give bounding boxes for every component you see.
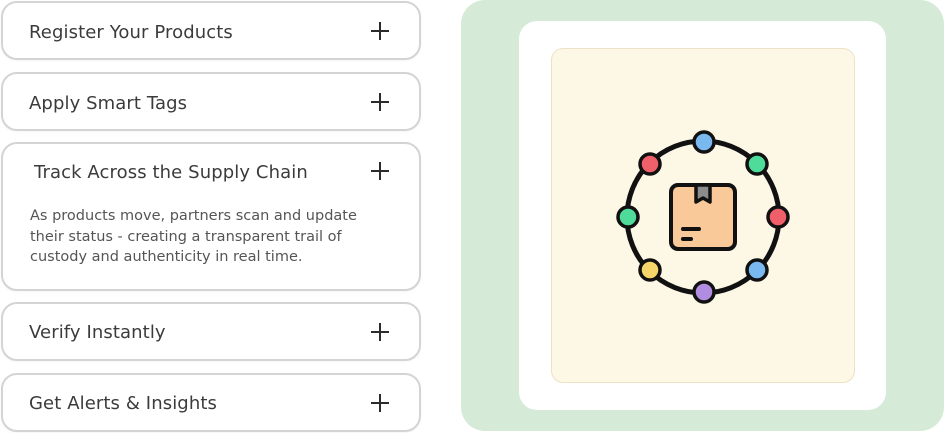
accordion-item-title: Get Alerts & Insights	[29, 393, 217, 414]
illustration-card	[519, 21, 886, 410]
network-node-yellow-icon	[638, 258, 662, 282]
illustration-panel	[461, 0, 944, 431]
accordion-item-title: Register Your Products	[29, 22, 233, 43]
illustration-frame	[551, 48, 855, 383]
accordion-item-title: Track Across the Supply Chain	[34, 162, 308, 183]
network-node-green-icon	[616, 205, 640, 229]
package-box-icon	[669, 183, 737, 251]
network-node-blue-icon	[745, 258, 769, 282]
plus-icon[interactable]	[371, 323, 389, 341]
network-node-blue-icon	[692, 130, 716, 154]
accordion-item-track-supply-chain[interactable]: Track Across the Supply Chain As product…	[1, 142, 421, 291]
accordion-item-body: As products move, partners scan and upda…	[30, 208, 357, 265]
supply-chain-network-icon	[616, 130, 790, 304]
accordion-item-title: Apply Smart Tags	[29, 93, 188, 114]
plus-icon[interactable]	[371, 22, 389, 40]
network-node-red-icon	[766, 205, 790, 229]
accordion-item-alerts-insights[interactable]: Get Alerts & Insights	[1, 373, 421, 432]
accordion-item-title: Verify Instantly	[29, 322, 166, 343]
network-node-red-icon	[638, 152, 662, 176]
plus-icon[interactable]	[371, 162, 389, 180]
plus-icon[interactable]	[371, 93, 389, 111]
accordion-item-verify-instantly[interactable]: Verify Instantly	[1, 302, 421, 361]
plus-icon[interactable]	[371, 394, 389, 412]
accordion-item-apply-smart-tags[interactable]: Apply Smart Tags	[1, 72, 421, 131]
network-node-purple-icon	[692, 280, 716, 304]
network-node-green-icon	[745, 152, 769, 176]
accordion-item-register-products[interactable]: Register Your Products	[1, 1, 421, 60]
